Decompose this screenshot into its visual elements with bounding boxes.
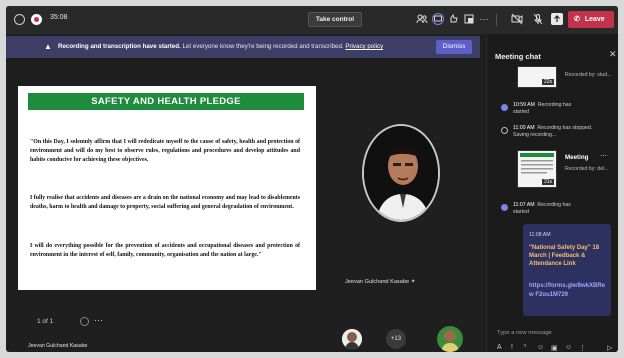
shield-icon[interactable] <box>14 14 25 25</box>
event-time: 11:00 AM <box>513 125 535 131</box>
banner-body-text: Let everyone know they're being recorded… <box>182 43 344 50</box>
presenter-name: Jeevan Gulchand Kasabe <box>345 279 410 285</box>
chat-compose-toolbar: A ! ⌝ ☺ ▣ ☺ ⋮ ▷ <box>497 344 617 352</box>
recording-more-icon[interactable]: ⋯ <box>600 152 607 160</box>
participant-thumbnail[interactable] <box>437 326 463 352</box>
recording-title[interactable]: Meeting <box>565 154 588 161</box>
important-icon[interactable]: ! <box>511 344 513 351</box>
people-icon[interactable] <box>416 13 428 25</box>
toolbar-divider <box>496 14 497 26</box>
meeting-toolbar: 35:08 Take control ⋯ ✆ Leave <box>6 6 618 34</box>
recording-banner: ▲ Recording and transcription have start… <box>6 36 480 58</box>
message-text: "National Safety Day" 18 March | Feedbac… <box>529 245 600 267</box>
feedback-form-link[interactable]: https://forms.gle/8wkXBRew F2ou1M729 <box>529 282 609 299</box>
chat-icon[interactable] <box>432 13 444 25</box>
presenter-video[interactable] <box>362 124 440 222</box>
banner-bold-text: Recording and transcription have started… <box>58 43 181 50</box>
slide-page-counter: 1 of 1 <box>37 318 54 325</box>
event-time: 11:07 AM <box>513 202 535 208</box>
event-icon <box>501 104 508 111</box>
recording-duration: 22s <box>541 79 554 85</box>
more-participants-badge[interactable]: +13 <box>386 329 406 349</box>
recording-thumbnail[interactable]: 31s <box>517 150 557 188</box>
leave-button[interactable]: ✆ Leave <box>568 11 614 28</box>
chat-message-input[interactable]: Type a new message <box>497 330 613 343</box>
format-icon[interactable]: A <box>497 344 502 351</box>
recording-author: Recorded by: del... <box>565 166 609 172</box>
local-participant-name: Jeevan Gulchand Kasabe <box>28 343 88 349</box>
camera-off-icon[interactable] <box>511 13 523 25</box>
presenter-name-label: Jeevan Gulchand Kasabe ✦ <box>345 278 416 285</box>
meeting-chat-panel: Meeting chat ✕ 22s Recorded by: stud... … <box>486 34 618 352</box>
share-screen-icon[interactable] <box>551 13 563 25</box>
chat-event: 10:59 AM Recording has started <box>513 102 583 116</box>
sticker-icon[interactable]: ☺ <box>565 344 572 351</box>
slide-paragraph-2: I fully realise that accidents and disea… <box>30 195 300 210</box>
recording-indicator-icon <box>31 14 42 25</box>
recording-author: Recorded by: stud... <box>565 72 612 78</box>
attach-icon[interactable]: ⌝ <box>523 344 526 352</box>
apps-icon[interactable]: ⋮ <box>579 344 586 352</box>
chat-panel-title: Meeting chat <box>495 52 541 61</box>
pin-icon: ✦ <box>410 279 416 285</box>
event-icon <box>501 204 508 211</box>
slide-title: SAFETY AND HEALTH PLEDGE <box>28 93 304 110</box>
message-time: 11:08 AM <box>529 232 551 238</box>
recording-preview-image <box>520 153 554 174</box>
chat-event: 11:07 AM Recording has started <box>513 202 583 216</box>
event-icon <box>501 127 508 134</box>
close-icon[interactable]: ✕ <box>609 49 617 60</box>
presenter-image <box>364 126 438 220</box>
reactions-icon[interactable] <box>448 13 460 25</box>
recording-duration: 31s <box>541 179 554 185</box>
privacy-policy-link[interactable]: Privacy policy <box>345 43 383 50</box>
dismiss-button[interactable]: Dismiss <box>436 40 472 54</box>
recording-thumbnail[interactable]: 22s <box>517 66 557 88</box>
warning-icon: ▲ <box>44 42 52 51</box>
more-options-icon[interactable]: ⋯ <box>478 13 490 25</box>
emoji-icon[interactable]: ☺ <box>537 344 544 351</box>
participant-avatar <box>437 326 463 352</box>
shared-slide: SAFETY AND HEALTH PLEDGE "On this Day, I… <box>18 86 316 290</box>
annotation-icon[interactable] <box>80 317 89 326</box>
take-control-button[interactable]: Take control <box>308 12 362 27</box>
gif-icon[interactable]: ▣ <box>551 344 558 352</box>
chat-message[interactable]: 11:08 AM "National Safety Day" 18 March … <box>523 224 611 316</box>
leave-label: Leave <box>584 16 605 23</box>
slide-paragraph-1: "On this Day, I solemnly affirm that I w… <box>30 139 300 163</box>
send-icon[interactable]: ▷ <box>607 344 612 352</box>
chat-event: 11:00 AM Recording has stopped. Saving r… <box>513 125 593 139</box>
phone-hangup-icon: ✆ <box>574 16 580 23</box>
participant-avatar <box>342 329 362 349</box>
teams-meeting-window: 35:08 Take control ⋯ ✆ Leave ▲ Recording… <box>6 6 618 352</box>
participant-thumbnail[interactable] <box>342 329 362 349</box>
banner-message: Recording and transcription have started… <box>58 43 383 50</box>
meeting-timer: 35:08 <box>50 14 68 21</box>
stage-more-icon[interactable]: ⋯ <box>94 315 103 326</box>
slide-paragraph-3: I will do everything possible for the pr… <box>30 243 300 258</box>
rooms-icon[interactable] <box>463 13 475 25</box>
microphone-off-icon[interactable] <box>532 13 544 25</box>
event-time: 10:59 AM <box>513 102 535 108</box>
